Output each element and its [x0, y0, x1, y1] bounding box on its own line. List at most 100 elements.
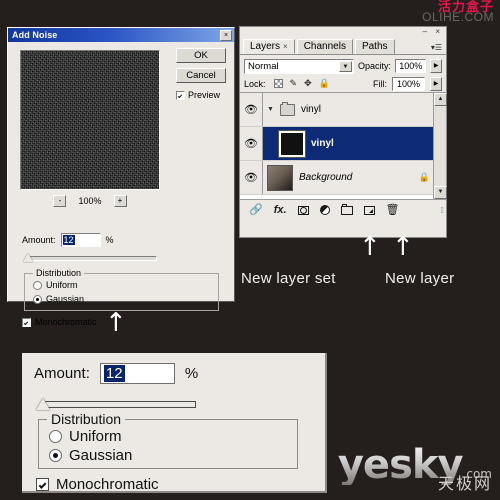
tab-channels[interactable]: Channels: [296, 39, 353, 54]
new-layer-icon[interactable]: [363, 205, 375, 215]
zoom-percent-label: %: [184, 365, 199, 382]
close-icon[interactable]: ×: [220, 29, 232, 41]
zoom-gaussian-radio[interactable]: [49, 449, 62, 462]
zoom-slider-thumb[interactable]: [36, 398, 50, 410]
ok-button[interactable]: OK: [176, 48, 226, 63]
zoom-amount-row: Amount: 12 %: [34, 363, 198, 384]
table-row[interactable]: 👁 Background 🔒: [240, 161, 446, 195]
tab-layers[interactable]: Layers ×: [243, 39, 295, 54]
eye-icon: 👁: [244, 172, 258, 184]
preview-checkbox-row[interactable]: Preview: [176, 90, 220, 100]
add-noise-dialog: Add Noise × - 100% + OK Cancel Preview A…: [7, 27, 235, 327]
amount-input[interactable]: 12: [60, 233, 101, 247]
layer-body[interactable]: vinyl: [263, 127, 446, 160]
lock-transparency-icon[interactable]: [273, 79, 283, 88]
monochromatic-label: Monochromatic: [35, 317, 97, 327]
layer-list: 👁 ▼ vinyl 👁 vinyl 👁 Background 🔒 ▲ ▼: [240, 93, 447, 200]
fill-stepper-icon[interactable]: ▶: [430, 76, 442, 91]
monochromatic-row[interactable]: Monochromatic: [22, 317, 97, 327]
panel-menu-icon[interactable]: ▾☰: [431, 43, 442, 52]
zoom-uniform-label: Uniform: [69, 428, 122, 445]
folder-icon: [279, 101, 295, 116]
zoom-monochromatic-row[interactable]: Monochromatic: [36, 476, 159, 493]
blend-mode-select[interactable]: Normal ▼: [244, 58, 354, 74]
tab-layers-label: Layers: [250, 40, 281, 52]
watermark-top-en: OLIHE.COM: [422, 10, 494, 24]
uniform-radio[interactable]: [33, 280, 42, 290]
zoom-in-button[interactable]: +: [113, 195, 127, 207]
tab-paths[interactable]: Paths: [354, 39, 395, 54]
delete-layer-icon[interactable]: 🗑: [386, 204, 400, 216]
preview-zoom-controls: - 100% +: [20, 194, 160, 208]
noise-preview-image[interactable]: [20, 50, 160, 190]
amount-slider[interactable]: [22, 253, 157, 263]
layer-list-scrollbar[interactable]: ▲ ▼: [433, 93, 447, 199]
layer-group-body[interactable]: ▼ vinyl: [263, 93, 446, 126]
table-row[interactable]: 👁 ▼ vinyl: [240, 93, 446, 127]
layer-name: vinyl: [300, 104, 321, 115]
opacity-label: Opacity:: [358, 61, 392, 71]
lock-icon: 🔒: [418, 172, 430, 182]
new-layer-set-icon[interactable]: [340, 203, 353, 215]
zoom-out-button[interactable]: -: [53, 195, 67, 207]
layer-visibility-toggle[interactable]: 👁: [240, 93, 263, 126]
zoomed-options-panel: Amount: 12 % Distribution Uniform Gaussi…: [22, 353, 327, 493]
gaussian-radio[interactable]: [33, 294, 42, 304]
chevron-down-icon[interactable]: ▼: [267, 106, 274, 113]
opacity-stepper-icon[interactable]: ▶: [430, 59, 442, 73]
preview-checkbox[interactable]: [176, 90, 185, 100]
lock-row: Lock: ✎ ✥ 🔒 Fill: 100% ▶: [240, 75, 446, 93]
add-layer-mask-icon[interactable]: [297, 205, 309, 215]
link-layers-icon[interactable]: 🔗: [249, 204, 263, 216]
zoom-gaussian-row[interactable]: Gaussian: [49, 447, 132, 464]
layers-panel-footer: 🔗 fx. 🗑 ⁞⁞: [240, 200, 446, 220]
blend-opacity-row: Normal ▼ Opacity: 100% ▶: [240, 55, 446, 75]
tab-close-icon[interactable]: ×: [283, 41, 288, 53]
gaussian-label: Gaussian: [46, 294, 85, 304]
zoom-monochromatic-label: Monochromatic: [56, 476, 159, 493]
new-adjustment-layer-icon[interactable]: [319, 205, 330, 215]
annotation-arrow-dialog-zoom: ↑: [105, 308, 127, 338]
monochromatic-checkbox[interactable]: [22, 317, 31, 327]
zoom-slider-track[interactable]: [45, 401, 196, 408]
resize-grip[interactable]: ⁞⁞: [441, 206, 445, 215]
panel-minimize-close-icons[interactable]: – ×: [423, 27, 443, 36]
zoom-amount-slider[interactable]: [36, 398, 196, 411]
watermark-bottom: yesky.com 天极网: [338, 445, 492, 492]
lock-icons: ✎ ✥ 🔒: [273, 79, 330, 88]
layer-style-fx-icon[interactable]: fx.: [274, 204, 287, 216]
zoom-uniform-row[interactable]: Uniform: [49, 428, 122, 445]
annotation-new-layer-set: New layer set: [241, 270, 336, 287]
table-row[interactable]: 👁 vinyl: [240, 127, 446, 161]
scroll-up-button[interactable]: ▲: [434, 93, 447, 106]
lock-brush-icon[interactable]: ✎: [290, 79, 298, 88]
cancel-button[interactable]: Cancel: [176, 68, 226, 83]
layer-thumbnail[interactable]: [278, 129, 306, 158]
panel-window-controls: – ×: [240, 27, 446, 38]
chevron-down-icon[interactable]: ▼: [339, 60, 352, 72]
scroll-down-button[interactable]: ▼: [434, 186, 447, 199]
lock-all-icon[interactable]: 🔒: [319, 79, 330, 88]
zoom-amount-label: Amount:: [34, 365, 90, 382]
layer-thumbnail[interactable]: [267, 164, 293, 191]
layer-body[interactable]: Background 🔒: [263, 161, 446, 194]
lock-move-icon[interactable]: ✥: [304, 79, 312, 88]
zoom-uniform-radio[interactable]: [49, 430, 62, 443]
fill-input[interactable]: 100%: [392, 76, 425, 91]
watermark-top: 活力盒子 OLIHE.COM: [422, 1, 494, 23]
layer-visibility-toggle[interactable]: 👁: [240, 127, 263, 160]
slider-thumb[interactable]: [23, 253, 33, 262]
zoom-amount-input[interactable]: 12: [99, 363, 175, 384]
layer-name: vinyl: [311, 138, 334, 149]
uniform-radio-row[interactable]: Uniform: [33, 280, 78, 290]
zoom-monochromatic-checkbox[interactable]: [36, 478, 49, 491]
gaussian-radio-row[interactable]: Gaussian: [33, 294, 84, 304]
zoom-level-label: 100%: [78, 196, 102, 206]
tab-paths-label: Paths: [361, 41, 388, 52]
uniform-label: Uniform: [46, 280, 78, 290]
slider-track[interactable]: [28, 256, 157, 261]
dialog-title-bar[interactable]: Add Noise ×: [8, 28, 234, 42]
layer-visibility-toggle[interactable]: 👁: [240, 161, 263, 194]
opacity-input[interactable]: 100%: [395, 59, 427, 73]
fill-label: Fill:: [373, 78, 387, 89]
